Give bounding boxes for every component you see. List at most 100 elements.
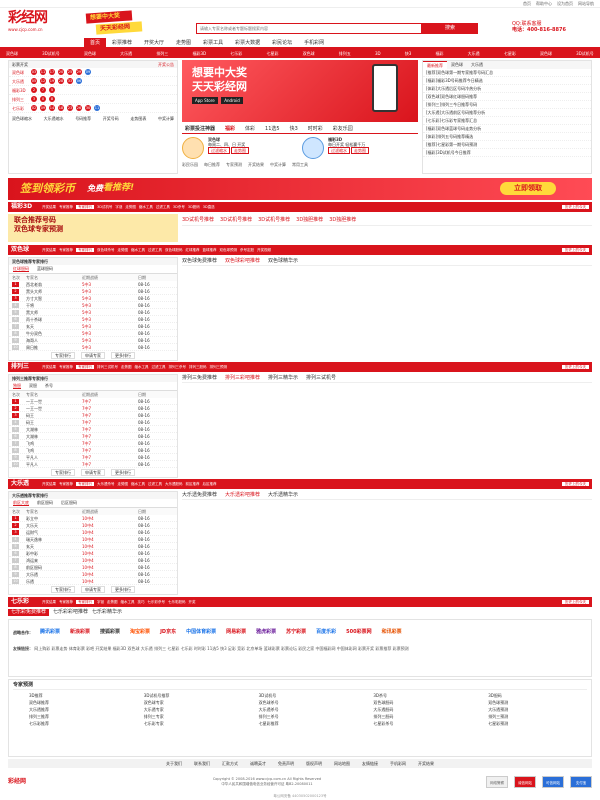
- table-row[interactable]: 8 前区胆码 10中4 08-16: [9, 564, 177, 571]
- tool-ssq-tag[interactable]: 过滤缩水: [208, 147, 230, 155]
- expert-link[interactable]: 大乐透预测: [472, 706, 587, 713]
- table-row[interactable]: 2 黑头大师 5中3 08-16: [9, 288, 177, 295]
- table-row[interactable]: 4 码王 7中7 08-16: [9, 419, 177, 426]
- table-row[interactable]: 7 飞鸡 7中7 08-16: [9, 440, 177, 447]
- subnav-link[interactable]: 双色球: [540, 49, 552, 58]
- expert-link[interactable]: 3D胆码: [472, 692, 587, 699]
- nav-item-trend[interactable]: 走势图: [170, 38, 197, 47]
- lottery-name[interactable]: 大乐透: [12, 79, 28, 84]
- subnav-link[interactable]: 双色球: [303, 49, 315, 58]
- draw-tool-link[interactable]: 号码推荐: [75, 116, 91, 121]
- expert-link[interactable]: 双色球杀号: [243, 699, 358, 706]
- section-link[interactable]: 七乐彩杀号: [148, 600, 166, 604]
- expert-name[interactable]: 干将: [26, 303, 82, 308]
- expert-name[interactable]: 码王: [26, 420, 82, 425]
- section-link[interactable]: 缩水工具: [135, 365, 149, 369]
- rank-tab[interactable]: 后区胆码: [61, 500, 77, 506]
- expert-name[interactable]: 运财气: [26, 530, 82, 535]
- recommend-tab[interactable]: 大乐透免费推荐: [182, 492, 217, 499]
- draw-tool-link[interactable]: 走势图表: [130, 116, 146, 121]
- table-row[interactable]: 5 黑大师 5中3 08-16: [9, 309, 177, 316]
- tool-link[interactable]: 中奖计算: [270, 162, 286, 167]
- table-row[interactable]: 2 一王一世 7中7 08-16: [9, 405, 177, 412]
- expert-name[interactable]: 彩中彩: [26, 551, 82, 556]
- lottery-name[interactable]: 七乐彩: [12, 106, 28, 111]
- expert-name[interactable]: 平凡人: [26, 462, 82, 467]
- app-banner[interactable]: 想要中大奖 天天彩经网 App Store Android: [182, 60, 418, 122]
- expert-name[interactable]: 码王: [26, 413, 82, 418]
- fc3d-tab[interactable]: 3D试机号推荐: [182, 217, 214, 225]
- section-link[interactable]: 3D直选: [203, 205, 215, 209]
- expert-name[interactable]: 飞鸡: [26, 441, 82, 446]
- draw-row[interactable]: 排列三 3 0 8: [9, 95, 177, 104]
- news-tab[interactable]: 大乐透: [467, 61, 487, 69]
- expert-name[interactable]: 彩立中: [26, 516, 82, 521]
- fc3d-tab[interactable]: 3D独胆推荐: [329, 217, 356, 225]
- recommend-tab[interactable]: 排列三免费推荐: [182, 375, 217, 382]
- table-row[interactable]: 1 西北老翁 5中3 08-16: [9, 281, 177, 288]
- partner-logo[interactable]: 和讯彩票: [379, 626, 405, 638]
- section-link[interactable]: 3D试机号: [97, 205, 112, 209]
- table-row[interactable]: 3 运财气 10中4 08-16: [9, 529, 177, 536]
- tab-park[interactable]: 彩友乐园: [330, 125, 356, 133]
- section-link[interactable]: 开奖: [189, 600, 196, 604]
- partner-logo[interactable]: 500彩票网: [343, 626, 374, 638]
- fc3d-tab[interactable]: 3D独胆推荐: [296, 217, 323, 225]
- news-tab[interactable]: 最新推荐: [423, 61, 447, 69]
- expert-link[interactable]: 排列三专家: [128, 713, 243, 720]
- partner-logo[interactable]: 中国体育彩票: [183, 626, 219, 638]
- partner-logo[interactable]: 腾讯彩票: [37, 626, 63, 638]
- expert-link[interactable]: 双色球推荐: [13, 699, 128, 706]
- subnav-link[interactable]: 3D: [375, 49, 381, 58]
- footer-nav-link[interactable]: 手机彩网: [390, 761, 406, 766]
- section-link[interactable]: 过滤工具: [156, 205, 170, 209]
- top-link-sitemap[interactable]: 网站导航: [578, 1, 594, 6]
- news-item[interactable]: [大乐透]大乐透前区号码推荐分析: [423, 109, 591, 117]
- recommend-tab[interactable]: 大乐透彩吧推荐: [225, 492, 260, 499]
- subnav-link[interactable]: 大乐透: [120, 49, 132, 58]
- lottery-name[interactable]: 双色球: [12, 70, 28, 75]
- rank-tab[interactable]: 独胆: [13, 383, 21, 389]
- expert-link[interactable]: 七星彩预测: [472, 720, 587, 727]
- partner-logo[interactable]: JD京东: [157, 626, 179, 638]
- table-row[interactable]: 3 方寸大智 5中3 08-16: [9, 295, 177, 302]
- expert-link[interactable]: 大乐透推荐: [13, 706, 128, 713]
- table-row[interactable]: 8 飞鸡 7中7 08-16: [9, 447, 177, 454]
- expert-name[interactable]: 大乐透: [26, 572, 82, 577]
- expert-name[interactable]: 西北老翁: [26, 282, 82, 287]
- expert-link[interactable]: 七乐彩推荐: [13, 720, 128, 727]
- section-link[interactable]: 后区推荐: [203, 482, 217, 486]
- news-item[interactable]: [体彩]大乐透后区号码冷热分析: [423, 85, 591, 93]
- partner-logo[interactable]: 百度乐彩: [313, 626, 339, 638]
- table-row[interactable]: 3 码王 7中7 08-16: [9, 412, 177, 419]
- rank-footer-button[interactable]: 更多排行: [111, 352, 135, 359]
- footer-nav-link[interactable]: 版权声明: [306, 761, 322, 766]
- expert-name[interactable]: 一王一世: [26, 399, 82, 404]
- section-link[interactable]: 开奖结果: [42, 482, 56, 486]
- subnav-link[interactable]: 双色球: [6, 49, 18, 58]
- search-button[interactable]: 搜索: [422, 23, 478, 34]
- footer-nav-link[interactable]: 诚聘英才: [250, 761, 266, 766]
- table-row[interactable]: 5 大湖林 7中7 08-16: [9, 426, 177, 433]
- history-today-link[interactable]: 历史上的今天: [562, 599, 589, 605]
- draw-row[interactable]: 福彩3D 2 7 5: [9, 86, 177, 95]
- section-link[interactable]: 专家排行: [76, 247, 94, 253]
- expert-name[interactable]: 大湖林: [26, 434, 82, 439]
- nav-item-recommend[interactable]: 彩票推荐: [106, 38, 138, 47]
- news-item[interactable]: [体彩]排列五号码推荐精选: [423, 133, 591, 141]
- news-item[interactable]: [福彩]双色球蓝球号码走势分析: [423, 125, 591, 133]
- footer-nav-link[interactable]: 友情链接: [362, 761, 378, 766]
- top-link-home[interactable]: 首页: [523, 1, 531, 6]
- news-tab[interactable]: 双色球: [447, 61, 467, 69]
- section-link[interactable]: 缩水工具: [139, 205, 153, 209]
- rank-tab[interactable]: 双胆: [29, 383, 37, 389]
- table-row[interactable]: 10 乐透 10中4 08-16: [9, 578, 177, 585]
- nav-item-forum[interactable]: 彩民论坛: [266, 38, 298, 47]
- expert-link[interactable]: 七乐彩专家: [128, 720, 243, 727]
- subnav-link[interactable]: 福彩: [435, 49, 443, 58]
- tool-fc3d-tag[interactable]: 走势图: [351, 147, 369, 155]
- draw-tool-link[interactable]: 双色球缩水: [12, 116, 32, 121]
- expert-name[interactable]: 前区胆码: [26, 565, 82, 570]
- draw-tool-link[interactable]: 大乐透缩水: [44, 116, 64, 121]
- friend-links-text[interactable]: 网上购彩 彩票走势 体育彩票 彩吧 开奖结果 福彩3D 双色球 大乐透 排列三 …: [34, 646, 408, 651]
